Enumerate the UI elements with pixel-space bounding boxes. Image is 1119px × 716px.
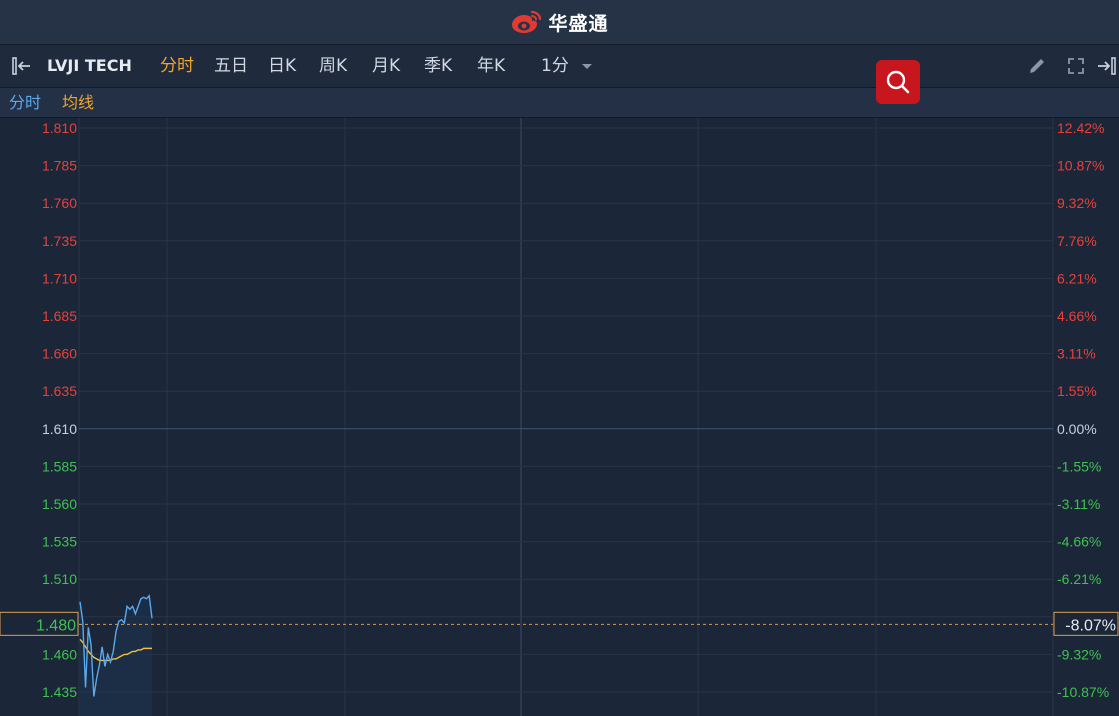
tab-week-k[interactable]: 周K	[319, 45, 347, 87]
y-percent-tick: -4.66%	[1057, 534, 1101, 550]
y-percent-tick: -1.55%	[1057, 458, 1101, 474]
brand-logo: 华盛通	[510, 9, 608, 36]
y-price-tick: 1.760	[42, 195, 77, 211]
y-percent-tick: -10.87%	[1057, 684, 1109, 700]
tab-year-k[interactable]: 年K	[477, 45, 505, 87]
y-price-tick: 1.810	[42, 120, 77, 136]
brand-name: 华盛通	[548, 12, 609, 35]
y-price-tick: 1.435	[42, 684, 77, 700]
y-percent-tick: 10.87%	[1057, 158, 1104, 174]
interval-value: 1分	[541, 56, 569, 76]
tab-fenshi[interactable]: 分时	[160, 45, 194, 87]
tab-day-k[interactable]: 日K	[268, 45, 296, 87]
intraday-chart[interactable]: 1.810 12.42% 1.785 10.87% 1.760 9.32% 1.735 7.7…	[0, 118, 1119, 716]
y-price-tick: 1.560	[42, 496, 77, 512]
chart-mode-label: 分时	[9, 93, 42, 112]
y-price-tick: 1.610	[42, 421, 77, 437]
y-percent-tick: -6.21%	[1057, 571, 1101, 587]
tab-season-k[interactable]: 季K	[424, 45, 452, 87]
interval-select[interactable]: 1分	[541, 45, 594, 87]
y-percent-tick: 0.00%	[1057, 421, 1097, 437]
plot-area	[79, 118, 1053, 716]
stock-symbol: LVJI TECH	[47, 56, 132, 75]
fullscreen-icon[interactable]	[1064, 54, 1088, 78]
y-percent-tick: -3.11%	[1057, 496, 1100, 512]
pencil-icon[interactable]	[1025, 54, 1049, 78]
y-price-tick: 1.635	[42, 383, 77, 399]
y-percent-tick: 3.11%	[1057, 346, 1096, 362]
tab-five-day[interactable]: 五日	[214, 45, 248, 87]
y-price-tick: 1.535	[42, 534, 77, 550]
y-percent-tick: 6.21%	[1057, 270, 1097, 286]
cursor-price-label: 1.480	[36, 617, 76, 634]
y-price-tick: 1.735	[42, 233, 77, 249]
y-price-tick: 1.785	[42, 158, 77, 174]
y-percent-tick: 9.32%	[1057, 195, 1097, 211]
y-percent-tick: 4.66%	[1057, 308, 1097, 324]
weibo-style-eye-logo-icon	[512, 10, 542, 33]
y-price-tick: 1.710	[42, 270, 77, 286]
avg-line-label[interactable]: 均线	[62, 88, 94, 117]
y-price-tick: 1.510	[42, 571, 77, 587]
indicator-bar: 分时 均线	[0, 88, 1119, 118]
brand-header: 华盛通	[0, 0, 1119, 45]
y-price-tick: 1.585	[42, 458, 77, 474]
y-percent-tick: 7.76%	[1057, 233, 1097, 249]
search-button[interactable]	[876, 60, 920, 104]
y-percent-tick: 12.42%	[1057, 120, 1104, 136]
cursor-percent-label: -8.07%	[1065, 617, 1116, 634]
tab-month-k[interactable]: 月K	[372, 45, 400, 87]
caret-down-icon	[582, 64, 593, 69]
y-price-tick: 1.460	[42, 646, 77, 662]
collapse-left-icon[interactable]	[10, 54, 34, 78]
y-percent-tick: -9.32%	[1057, 646, 1101, 662]
search-icon	[886, 70, 910, 94]
y-price-tick: 1.660	[42, 346, 77, 362]
y-percent-tick: 1.55%	[1057, 383, 1097, 399]
y-price-tick: 1.685	[42, 308, 77, 324]
collapse-right-icon[interactable]	[1095, 54, 1119, 78]
chart-toolbar: LVJI TECH 分时 五日 日K 周K 月K 季K 年K 1分	[0, 45, 1119, 88]
